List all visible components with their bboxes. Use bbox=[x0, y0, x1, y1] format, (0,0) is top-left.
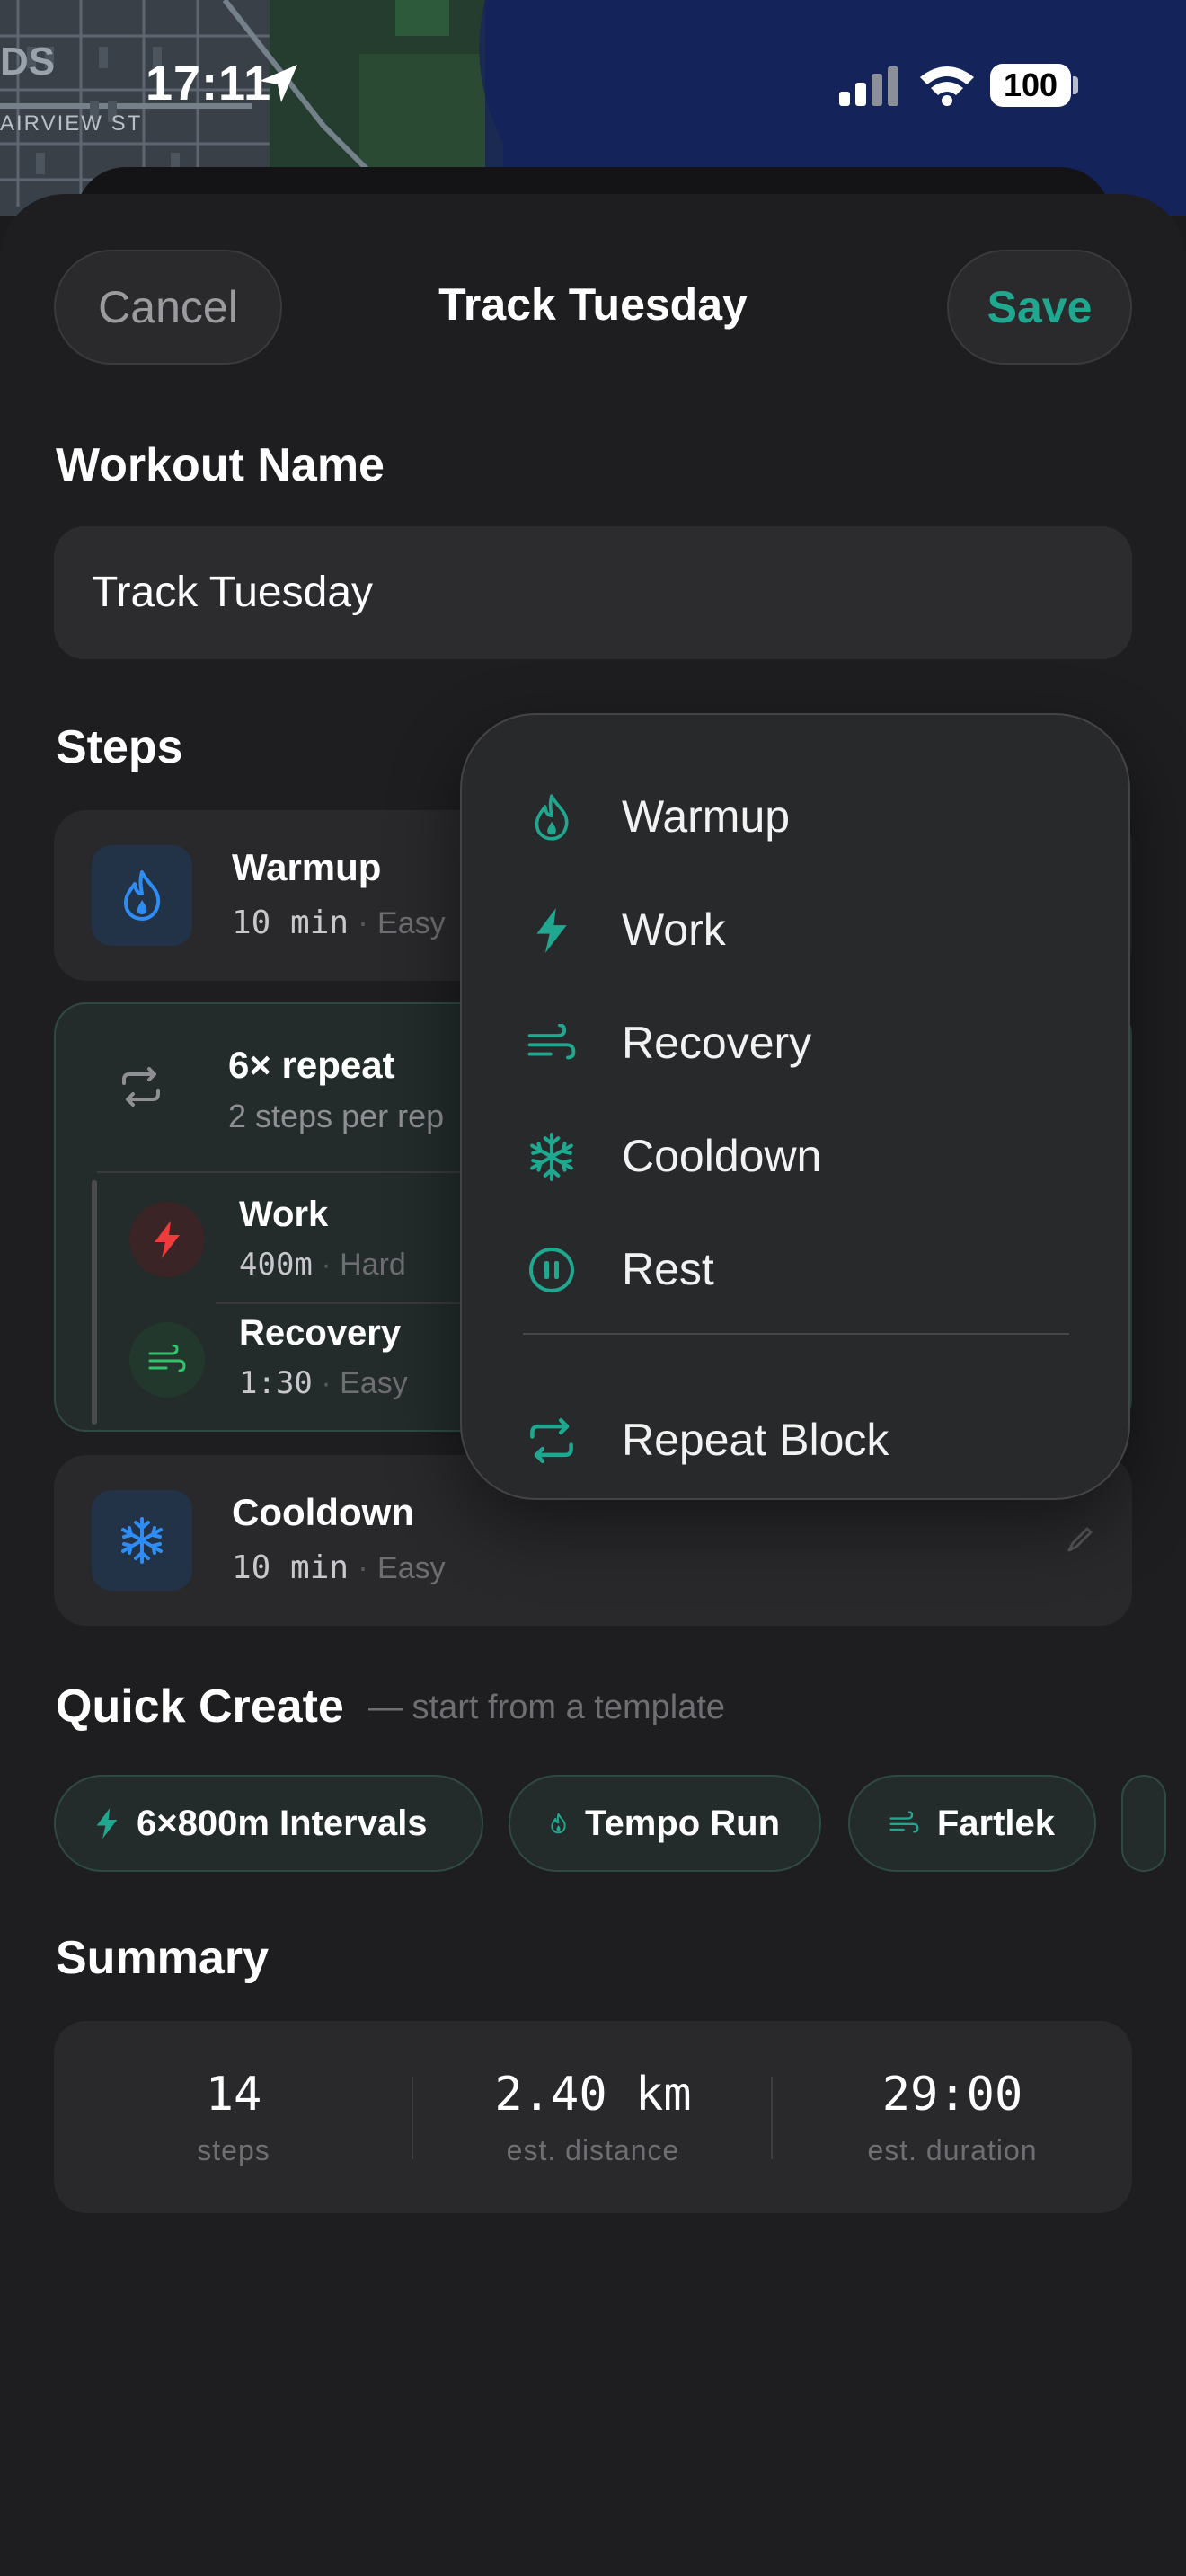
menu-item-cooldown[interactable]: Cooldown bbox=[462, 1107, 1132, 1205]
add-step-menu: Warmup Work Recovery Cooldown Rest Repea… bbox=[460, 713, 1130, 1500]
recovery-title: Recovery bbox=[239, 1313, 402, 1353]
summary-steps-value: 14 bbox=[205, 2068, 262, 2122]
cooldown-tile bbox=[92, 1490, 192, 1591]
save-button[interactable]: Save bbox=[947, 250, 1132, 365]
separator-dot: · bbox=[349, 904, 378, 940]
work-duration: 400m bbox=[239, 1247, 313, 1283]
menu-separator bbox=[523, 1333, 1069, 1335]
menu-item-work[interactable]: Work bbox=[462, 880, 1132, 979]
separator-dot: · bbox=[312, 1366, 341, 1400]
chip-intervals[interactable]: 6×800m Intervals bbox=[54, 1775, 483, 1872]
summary-duration: 29:00 est. duration bbox=[773, 2021, 1132, 2213]
menu-item-repeat-block[interactable]: Repeat Block bbox=[462, 1390, 1132, 1489]
menu-label-rest: Rest bbox=[622, 1244, 714, 1294]
repeat-rail bbox=[92, 1180, 97, 1425]
cooldown-duration: 10 min bbox=[232, 1549, 350, 1586]
separator-dot: · bbox=[312, 1248, 341, 1282]
quick-create-label: Quick Create bbox=[56, 1681, 344, 1733]
recovery-circle bbox=[129, 1322, 205, 1398]
cooldown-meta: 10 min · Easy bbox=[232, 1548, 446, 1586]
summary-distance: 2.40 km est. distance bbox=[413, 2021, 773, 2213]
summary-distance-value: 2.40 km bbox=[494, 2068, 692, 2122]
menu-label-recovery: Recovery bbox=[622, 1018, 812, 1068]
repeat-subtitle: 2 steps per rep bbox=[228, 1098, 445, 1134]
chip-fartlek-label: Fartlek bbox=[936, 1803, 1055, 1843]
warmup-meta: 10 min · Easy bbox=[232, 904, 446, 941]
work-meta: 400m · Hard bbox=[239, 1247, 406, 1283]
flame-icon bbox=[551, 1813, 566, 1834]
repeat-icon bbox=[122, 1067, 160, 1107]
chip-tempo-run[interactable]: Tempo Run bbox=[509, 1775, 821, 1872]
wind-icon bbox=[525, 1017, 579, 1071]
battery-indicator: 100 bbox=[990, 64, 1071, 107]
chip-fartlek[interactable]: Fartlek bbox=[848, 1775, 1096, 1872]
menu-item-warmup[interactable]: Warmup bbox=[462, 767, 1132, 866]
chip-tempo-run-label: Tempo Run bbox=[584, 1803, 780, 1843]
repeat-title: 6× repeat bbox=[228, 1044, 395, 1086]
cooldown-title: Cooldown bbox=[232, 1491, 414, 1533]
edit-pencil-icon[interactable] bbox=[1066, 1525, 1094, 1554]
workout-name-label: Workout Name bbox=[56, 439, 385, 491]
summary-distance-label: est. distance bbox=[506, 2134, 680, 2166]
quick-create-subtitle: — start from a template bbox=[368, 1689, 726, 1726]
flame-icon bbox=[124, 870, 161, 921]
chip-intervals-label: 6×800m Intervals bbox=[137, 1803, 428, 1843]
menu-item-recovery[interactable]: Recovery bbox=[462, 993, 1132, 1092]
warmup-duration: 10 min bbox=[232, 904, 350, 941]
workout-name-field[interactable]: Track Tuesday bbox=[54, 526, 1132, 659]
snowflake-icon bbox=[525, 1130, 579, 1184]
wind-icon bbox=[148, 1345, 186, 1372]
cellular-signal-icon bbox=[839, 66, 898, 106]
wifi-icon bbox=[920, 66, 974, 106]
chip-partial-next[interactable] bbox=[1121, 1775, 1166, 1872]
status-time: 17:11 bbox=[146, 57, 272, 110]
repeat-icon bbox=[525, 1414, 579, 1468]
bolt-icon bbox=[96, 1807, 118, 1839]
location-arrow-icon bbox=[260, 65, 297, 102]
work-intensity: Hard bbox=[340, 1248, 406, 1282]
recovery-intensity: Easy bbox=[340, 1366, 408, 1400]
summary-duration-value: 29:00 bbox=[881, 2068, 1023, 2122]
summary-card: 14 steps 2.40 km est. distance 29:00 est… bbox=[54, 2021, 1132, 2213]
status-bar: 17:11 100 bbox=[0, 0, 1186, 180]
menu-label-warmup: Warmup bbox=[622, 791, 791, 842]
warmup-title: Warmup bbox=[232, 846, 382, 888]
recovery-meta: 1:30 · Easy bbox=[239, 1365, 408, 1401]
summary-steps-label: steps bbox=[197, 2134, 270, 2166]
battery-tip bbox=[1073, 76, 1078, 94]
summary-duration-label: est. duration bbox=[867, 2134, 1038, 2166]
cooldown-intensity: Easy bbox=[377, 1551, 446, 1585]
bolt-icon bbox=[525, 904, 579, 957]
page-title: Track Tuesday bbox=[438, 279, 748, 330]
cancel-button[interactable]: Cancel bbox=[54, 250, 282, 365]
menu-item-rest[interactable]: Rest bbox=[462, 1220, 1132, 1319]
menu-label-cooldown: Cooldown bbox=[622, 1131, 822, 1181]
menu-label-repeat-block: Repeat Block bbox=[622, 1415, 890, 1465]
warmup-intensity: Easy bbox=[377, 906, 446, 940]
summary-steps: 14 steps bbox=[54, 2021, 413, 2213]
summary-label: Summary bbox=[56, 1932, 269, 1984]
flame-icon bbox=[525, 790, 579, 844]
pause-icon bbox=[525, 1243, 579, 1297]
steps-label: Steps bbox=[56, 721, 183, 773]
work-circle bbox=[129, 1202, 205, 1277]
wind-icon bbox=[890, 1811, 919, 1833]
recovery-duration: 1:30 bbox=[239, 1365, 313, 1401]
bolt-icon bbox=[155, 1221, 180, 1258]
menu-label-work: Work bbox=[622, 904, 726, 955]
warmup-tile bbox=[92, 845, 192, 946]
snowflake-icon bbox=[121, 1517, 163, 1564]
separator-dot: · bbox=[349, 1548, 378, 1585]
work-title: Work bbox=[239, 1195, 329, 1234]
